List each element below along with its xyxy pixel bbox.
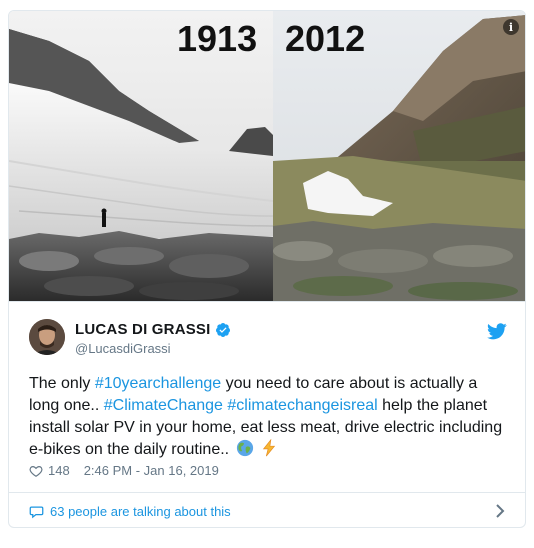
verified-badge-icon: [215, 322, 230, 337]
hashtag-link[interactable]: #ClimateChange: [104, 397, 223, 414]
talking-about-link[interactable]: 63 people are talking about this: [9, 492, 525, 527]
year-label-right: 2012: [285, 18, 366, 59]
tweet-text-segment: The only: [29, 375, 95, 392]
info-icon[interactable]: i: [503, 19, 519, 35]
chevron-right-icon[interactable]: [495, 504, 505, 518]
tweet-timestamp[interactable]: 2:46 PM - Jan 16, 2019: [84, 463, 219, 478]
twitter-bird-icon[interactable]: [487, 323, 507, 340]
display-name[interactable]: LUCAS DI GRASSI: [75, 321, 211, 338]
avatar[interactable]: [29, 319, 65, 355]
name-row[interactable]: LUCAS DI GRASSI: [75, 321, 231, 338]
tweet-author: LUCAS DI GRASSI @LucasdiGrassi: [29, 319, 507, 359]
tweet-meta: 148 2:46 PM - Jan 16, 2019: [29, 463, 219, 478]
tweet-media[interactable]: 1913 2012 i: [9, 11, 525, 302]
author-handle[interactable]: @LucasdiGrassi: [75, 341, 171, 356]
heart-icon[interactable]: [29, 464, 43, 478]
hashtag-link[interactable]: #climatechangeisreal: [227, 397, 377, 414]
lightning-emoji-icon: [262, 439, 276, 457]
speech-bubble-icon: [29, 506, 44, 518]
hashtag-link[interactable]: #10yearchallenge: [95, 375, 221, 392]
tweet-card[interactable]: 1913 2012 i LUCAS DI GRASSI @LucasdiGras…: [8, 10, 526, 528]
like-count[interactable]: 148: [48, 463, 70, 478]
tweet-text: The only #10yearchallenge you need to ca…: [29, 373, 509, 461]
talking-about-text[interactable]: 63 people are talking about this: [50, 504, 231, 519]
year-label-left: 1913: [177, 18, 258, 59]
globe-emoji-icon: [236, 439, 253, 457]
